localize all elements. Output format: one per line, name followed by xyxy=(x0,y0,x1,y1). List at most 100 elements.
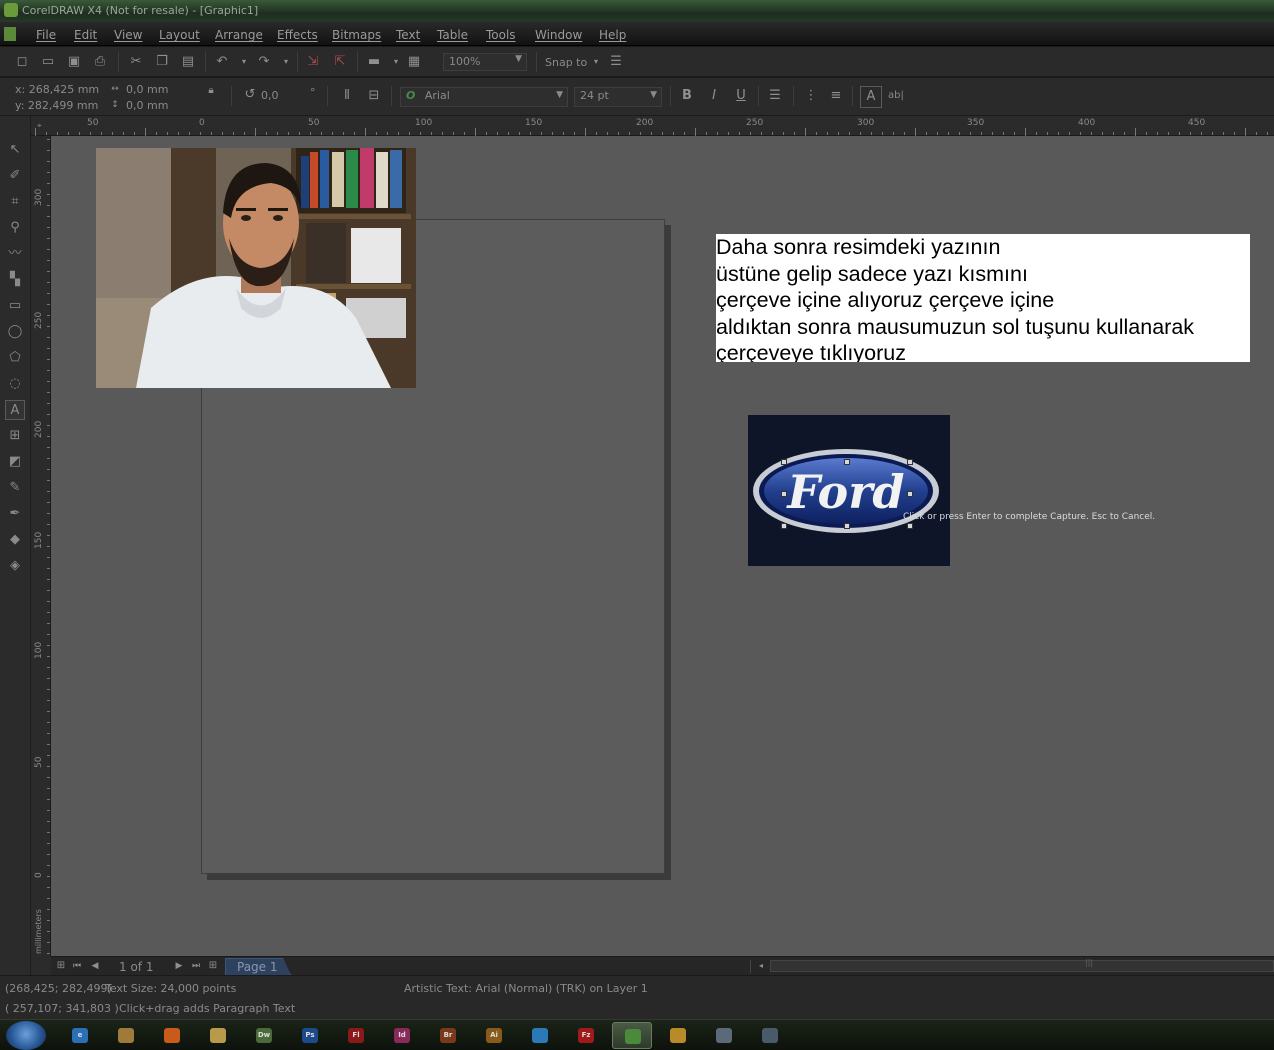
drop-cap-icon[interactable]: ≡ xyxy=(828,88,844,104)
menu-help[interactable]: Help xyxy=(599,28,626,42)
application-launcher-icon[interactable]: ▬ xyxy=(366,54,382,70)
menu-window[interactable]: Window xyxy=(535,28,582,42)
print-icon[interactable]: ⎙ xyxy=(92,54,108,70)
edit-text-icon[interactable]: A xyxy=(860,86,882,108)
italic-icon[interactable]: I xyxy=(706,88,722,104)
x-position-field[interactable]: x: 268,425 mm xyxy=(15,83,99,96)
smart-fill-icon[interactable]: ▚ xyxy=(5,270,25,290)
artistic-text-note[interactable]: Daha sonra resimdeki yazının üstüne geli… xyxy=(716,234,1250,362)
tab-page-1[interactable]: Page 1 xyxy=(225,958,291,975)
menu-layout[interactable]: Layout xyxy=(159,28,200,42)
align-icon[interactable]: ☰ xyxy=(767,88,783,104)
import-icon[interactable]: ⇲ xyxy=(305,54,321,70)
undo-dropdown-icon[interactable]: ▾ xyxy=(236,54,252,70)
zoom-level-select[interactable]: 100% ▼ xyxy=(443,53,527,71)
eyedropper-icon[interactable]: ✎ xyxy=(5,478,25,498)
selection-handle[interactable] xyxy=(781,523,787,529)
y-position-field[interactable]: y: 282,499 mm xyxy=(15,99,98,112)
snap-to-button[interactable]: Snap to xyxy=(545,56,587,69)
taskbar-app-window-button[interactable] xyxy=(750,1022,790,1049)
selection-handle[interactable] xyxy=(781,459,787,465)
menu-text[interactable]: Text xyxy=(396,28,420,42)
save-icon[interactable]: ▣ xyxy=(66,54,82,70)
menu-table[interactable]: Table xyxy=(437,28,468,42)
text-tool-icon[interactable]: A xyxy=(5,400,25,420)
add-page-after-icon[interactable]: ⊞ xyxy=(205,958,221,974)
previous-page-icon[interactable]: ◀ xyxy=(87,958,103,974)
selection-handle[interactable] xyxy=(781,491,787,497)
horizontal-ruler[interactable]: ⌖ 50 0 50 100 150 200 250 300 350 400 45… xyxy=(31,116,1274,136)
taskbar-illustrator-button[interactable]: Ai xyxy=(474,1022,514,1049)
interactive-blend-icon[interactable]: ◩ xyxy=(5,452,25,472)
new-document-icon[interactable]: ◻ xyxy=(14,54,30,70)
snap-dropdown-icon[interactable]: ▾ xyxy=(588,54,604,70)
taskbar-media-player-button[interactable] xyxy=(658,1022,698,1049)
taskbar-app-gray-button[interactable] xyxy=(704,1022,744,1049)
underline-icon[interactable]: U xyxy=(733,88,749,104)
first-page-icon[interactable]: ⏮ xyxy=(69,958,85,974)
lock-ratio-icon[interactable]: 🔒︎ xyxy=(203,83,219,99)
font-family-select[interactable]: O Arial ▼ xyxy=(400,87,568,107)
horizontal-scrollbar[interactable]: ||| xyxy=(770,958,1274,972)
export-icon[interactable]: ⇱ xyxy=(332,54,348,70)
drawing-canvas[interactable]: Daha sonra resimdeki yazının üstüne geli… xyxy=(51,136,1274,956)
open-folder-icon[interactable]: ▭ xyxy=(40,54,56,70)
rotation-field[interactable]: 0,0 xyxy=(261,89,279,102)
mirror-vertical-icon[interactable]: ⊟ xyxy=(366,88,382,104)
selection-handle[interactable] xyxy=(844,459,850,465)
selection-handle[interactable] xyxy=(907,523,913,529)
menu-tools[interactable]: Tools xyxy=(486,28,516,42)
bullet-list-icon[interactable]: ⋮ xyxy=(803,88,819,104)
mirror-horizontal-icon[interactable]: ⫴ xyxy=(339,88,355,104)
taskbar-firefox-button[interactable] xyxy=(152,1022,192,1049)
taskbar-coreldraw-button[interactable] xyxy=(612,1022,652,1049)
taskbar-bridge-button[interactable]: Br xyxy=(428,1022,468,1049)
taskbar-explorer-button[interactable] xyxy=(198,1022,238,1049)
document-icon[interactable] xyxy=(4,27,16,41)
ellipse-tool-icon[interactable]: ◯ xyxy=(5,322,25,342)
shape-tool-icon[interactable]: ✐ xyxy=(5,166,25,186)
imported-photo[interactable] xyxy=(96,148,416,388)
text-horizontal-button[interactable]: ab| xyxy=(888,90,904,101)
menu-arrange[interactable]: Arrange xyxy=(215,28,263,42)
menu-effects[interactable]: Effects xyxy=(277,28,318,42)
width-field[interactable]: 0,0 mm xyxy=(126,83,168,96)
menu-edit[interactable]: Edit xyxy=(74,28,97,42)
basic-shapes-icon[interactable]: ◌ xyxy=(5,374,25,394)
crop-tool-icon[interactable]: ⌗ xyxy=(5,192,25,212)
options-icon[interactable]: ☰ xyxy=(608,54,624,70)
launcher-dropdown-icon[interactable]: ▾ xyxy=(388,54,404,70)
vertical-ruler[interactable]: 300 250 200 150 100 50 0 millimeters xyxy=(31,136,51,956)
paste-icon[interactable]: ▤ xyxy=(180,54,196,70)
taskbar-dreamweaver-button[interactable]: Dw xyxy=(244,1022,284,1049)
menu-bitmaps[interactable]: Bitmaps xyxy=(332,28,381,42)
outline-pen-icon[interactable]: ✒ xyxy=(5,504,25,524)
bold-icon[interactable]: B xyxy=(679,88,695,104)
pick-tool-icon[interactable]: ↖ xyxy=(5,140,25,160)
last-page-icon[interactable]: ⏭ xyxy=(188,958,204,974)
rectangle-tool-icon[interactable]: ▭ xyxy=(5,296,25,316)
taskbar-flash-button[interactable]: Fl xyxy=(336,1022,376,1049)
selection-handle[interactable] xyxy=(907,459,913,465)
redo-dropdown-icon[interactable]: ▾ xyxy=(278,54,294,70)
undo-icon[interactable]: ↶ xyxy=(214,54,230,70)
welcome-screen-icon[interactable]: ▦ xyxy=(406,54,422,70)
copy-icon[interactable]: ❐ xyxy=(154,54,170,70)
zoom-tool-icon[interactable]: ⚲ xyxy=(5,218,25,238)
scroll-left-icon[interactable]: ◂ xyxy=(753,958,769,974)
cut-icon[interactable]: ✂ xyxy=(128,54,144,70)
taskbar-app-blue-button[interactable] xyxy=(520,1022,560,1049)
selection-handle[interactable] xyxy=(844,523,850,529)
freehand-tool-icon[interactable]: 〰 xyxy=(5,244,25,264)
ford-logo-image[interactable]: Ford xyxy=(748,415,950,566)
redo-icon[interactable]: ↷ xyxy=(256,54,272,70)
height-field[interactable]: 0,0 mm xyxy=(126,99,168,112)
menu-file[interactable]: File xyxy=(36,28,56,42)
taskbar-explorer-alt-button[interactable] xyxy=(106,1022,146,1049)
table-tool-icon[interactable]: ⊞ xyxy=(5,426,25,446)
interactive-fill-icon[interactable]: ◈ xyxy=(5,556,25,576)
font-size-select[interactable]: 24 pt ▼ xyxy=(574,87,662,107)
taskbar-filezilla-button[interactable]: Fz xyxy=(566,1022,606,1049)
add-page-icon[interactable]: ⊞ xyxy=(53,958,69,974)
taskbar-ie-button[interactable]: e xyxy=(60,1022,100,1049)
